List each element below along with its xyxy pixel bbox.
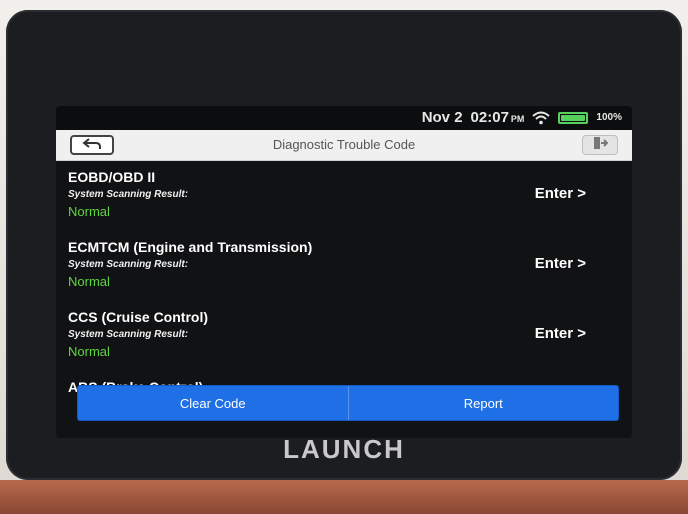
page-title: Diagnostic Trouble Code xyxy=(272,137,416,152)
report-button[interactable]: Report xyxy=(349,386,619,420)
battery-icon xyxy=(558,111,589,124)
clear-code-button[interactable]: Clear Code xyxy=(78,386,348,420)
exit-button[interactable] xyxy=(582,135,618,155)
car-seat-background xyxy=(0,480,688,514)
scan-result-label: System Scanning Result: xyxy=(68,189,189,200)
status-date: Nov 2 xyxy=(421,109,463,126)
system-name: ECMTCM (Engine and Transmission) xyxy=(68,239,313,255)
list-item-eobd[interactable]: EOBD/OBD II System Scanning Result: Norm… xyxy=(56,161,632,231)
wifi-icon xyxy=(532,111,551,125)
status-right: Nov 2 02:07 PM 100% xyxy=(422,109,622,126)
scan-result-value: Normal xyxy=(68,274,110,289)
system-list: EOBD/OBD II System Scanning Result: Norm… xyxy=(56,161,632,395)
device-screen: Nov 2 02:07 PM 100% Diagnostic Trouble C… xyxy=(56,106,632,438)
scan-result-label: System Scanning Result: xyxy=(68,329,189,340)
status-time: 02:07 PM xyxy=(471,109,525,126)
status-ampm: PM xyxy=(510,114,525,124)
system-name: EOBD/OBD II xyxy=(68,169,156,185)
enter-button[interactable]: Enter > xyxy=(535,185,586,202)
status-time-value: 02:07 xyxy=(470,109,509,126)
scan-result-value: Normal xyxy=(68,204,110,219)
scan-result-label: System Scanning Result: xyxy=(68,259,189,270)
scan-result-value: Normal xyxy=(68,344,110,359)
title-bar: Diagnostic Trouble Code xyxy=(56,130,632,161)
system-name: CCS (Cruise Control) xyxy=(68,309,208,325)
device-brand-logo: LAUNCH xyxy=(283,434,405,464)
battery-percent: 100% xyxy=(596,112,622,123)
list-item-ccs[interactable]: CCS (Cruise Control) System Scanning Res… xyxy=(56,301,632,371)
enter-button[interactable]: Enter > xyxy=(535,255,586,272)
bottom-action-bar: Clear Code Report xyxy=(78,386,618,420)
status-bar: Nov 2 02:07 PM 100% xyxy=(56,106,632,130)
list-item-ecmtcm[interactable]: ECMTCM (Engine and Transmission) System … xyxy=(56,231,632,301)
enter-button[interactable]: Enter > xyxy=(535,325,586,342)
exit-icon xyxy=(592,136,609,155)
